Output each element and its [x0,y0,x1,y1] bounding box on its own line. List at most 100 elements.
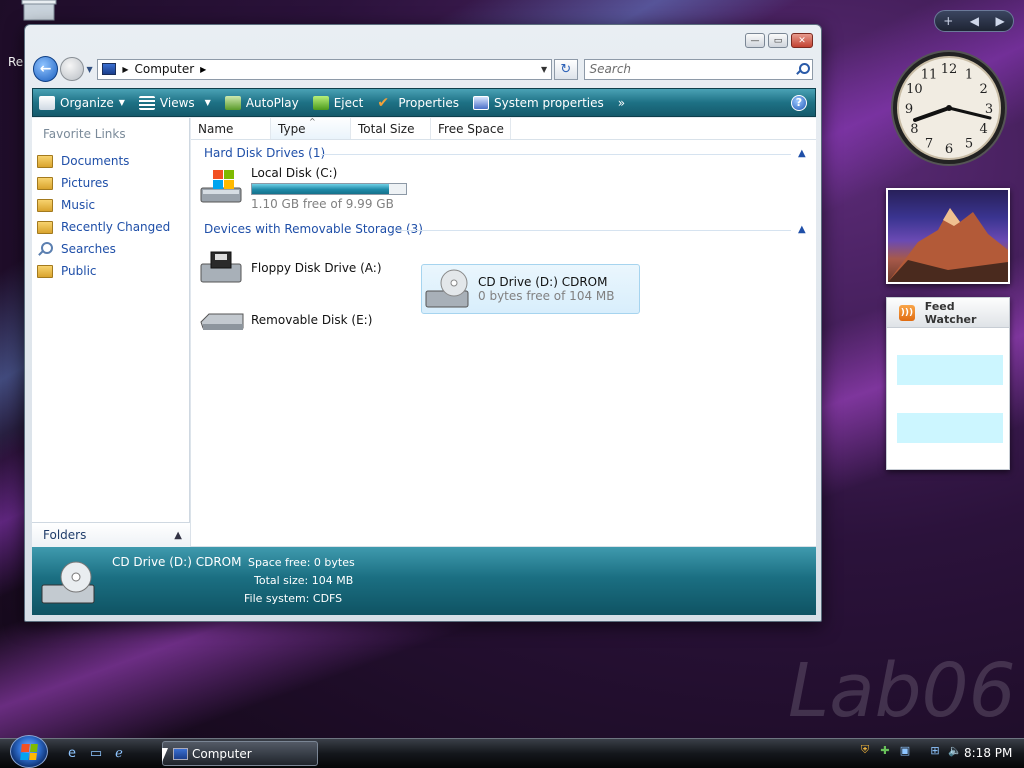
properties-button[interactable]: ✔ Properties [377,96,459,110]
search-input[interactable]: Search [583,58,813,80]
collapse-group-icon[interactable]: ▲ [798,148,806,159]
column-header-type[interactable]: Type ^ [271,117,351,139]
folders-label: Folders [43,528,87,542]
sidebar-item-searches[interactable]: Searches [37,238,170,260]
clock-numeral: 1 [965,67,973,82]
details-space-free: Space free: 0 bytes [248,556,355,569]
clock-numeral: 8 [910,122,918,137]
feed-item[interactable] [897,413,1003,443]
clock-numeral: 12 [941,62,958,77]
group-header-removable[interactable]: Devices with Removable Storage (3) [204,222,423,236]
autoplay-label: AutoPlay [245,95,299,110]
group-divider [396,230,791,231]
more-commands-icon: » [617,95,626,110]
sidebar-item-label: Public [61,264,97,278]
breadcrumb-computer[interactable]: Computer [135,62,195,76]
feed-title: Feed Watcher [924,299,977,326]
back-button[interactable]: ← [33,56,59,82]
sidebar-item-recently-changed[interactable]: Recently Changed [37,216,170,238]
taskbar-clock[interactable]: 8:18 PM [964,746,1012,760]
eject-button[interactable]: Eject [312,95,363,110]
system-properties-icon [472,95,489,110]
clock-numeral: 7 [925,137,933,152]
clock-gadget[interactable]: 12 12 3 45678 9 1011 [890,48,1008,168]
previous-page-icon[interactable]: ◀ [970,14,979,28]
slideshow-gadget[interactable] [886,188,1010,284]
drive-item-removable[interactable]: Removable Disk (E:) [199,300,409,340]
drive-name: CD Drive (D:) CDROM [478,275,608,289]
maximize-button[interactable]: ▭ [768,33,788,48]
group-title: Devices with Removable Storage (3) [204,222,423,236]
collapse-group-icon[interactable]: ▲ [798,224,806,235]
recent-pages-dropdown[interactable]: ▼ [84,65,96,74]
drive-item-cd[interactable]: CD Drive (D:) CDROM 0 bytes free of 104 … [421,264,640,314]
feed-item[interactable] [897,355,1003,385]
minimize-button[interactable]: — [745,33,765,48]
clock-numeral: 11 [921,67,938,82]
column-header-name[interactable]: Name [191,118,271,139]
sidebar-item-documents[interactable]: Documents [37,150,170,172]
recycle-bin-icon[interactable] [20,0,58,24]
sidebar-item-music[interactable]: Music [37,194,170,216]
eject-icon [312,95,329,110]
network-icon[interactable]: ⊞ [928,743,942,757]
help-button[interactable]: ? [791,94,807,111]
show-desktop-icon[interactable]: ▭ [88,745,104,761]
cd-drive-icon [41,561,95,604]
system-properties-button[interactable]: System properties [472,95,604,110]
drive-free-text: 0 bytes free of 104 MB [478,289,615,303]
clock-numeral: 5 [965,137,973,152]
search-icon[interactable] [796,63,810,75]
shield-icon[interactable]: ⛨ [858,743,872,757]
drive-item-local-disk[interactable]: Local Disk (C:) 1.10 GB free of 9.99 GB [199,166,419,214]
clock-numeral: 10 [906,82,923,97]
drive-info: CD Drive (D:) CDROM 0 bytes free of 104 … [478,275,614,313]
autoplay-button[interactable]: AutoPlay [224,95,299,110]
quick-launch-ie-icon[interactable]: e [64,745,80,761]
address-dropdown-icon[interactable]: ▼ [541,65,547,74]
sidebar-item-label: Recently Changed [61,220,171,234]
details-label: Space free: [248,556,311,569]
details-value: 0 bytes [313,556,355,569]
views-button[interactable]: Views ▼ [138,95,211,110]
more-commands-button[interactable]: » [618,96,625,110]
details-label: File system: [244,592,310,605]
group-header-hard-disks[interactable]: Hard Disk Drives (1) [204,146,325,160]
column-header-total-size[interactable]: Total Size [351,118,431,139]
computer-tray-icon[interactable]: ▣ [898,743,912,757]
taskbar-button-computer[interactable]: Computer [162,741,318,766]
volume-muted-icon[interactable]: 🔈 [948,743,962,757]
close-button[interactable]: ✕ [791,33,813,48]
breadcrumb-chevron-icon[interactable]: ▶ [200,65,206,74]
folders-toggle[interactable]: Folders ▲ [32,522,190,547]
details-label: Total size: [254,574,309,587]
next-page-icon[interactable]: ▶ [996,14,1005,28]
mountain-photo [888,208,1008,282]
organize-button[interactable]: Organize ▼ [39,95,125,110]
column-header-free-space[interactable]: Free Space [431,118,511,139]
add-gadget-button[interactable]: + [943,14,953,28]
feed-watcher-gadget: ))) Feed Watcher [886,297,1010,470]
system-properties-label: System properties [493,95,604,110]
address-bar[interactable]: ▶ Computer ▶ ▼ [97,58,553,80]
sidebar-item-public[interactable]: Public [37,260,170,282]
folder-icon [37,154,53,168]
forward-button[interactable] [60,57,84,81]
start-button[interactable] [10,735,48,768]
views-icon [138,95,155,110]
sidebar-item-pictures[interactable]: Pictures [37,172,170,194]
refresh-button[interactable]: ↻ [554,58,578,80]
rss-icon: ))) [899,304,915,321]
drive-usage-bar [251,183,407,195]
chevron-down-icon: ▼ [204,98,211,107]
taskbar-button-label: Computer [192,746,252,761]
feed-header[interactable]: ))) Feed Watcher [887,298,1009,328]
details-title: CD Drive (D:) CDROM [112,555,242,569]
clock-numeral: 4 [980,122,988,137]
breadcrumb-chevron-icon[interactable]: ▶ [122,65,128,74]
drive-item-floppy[interactable]: Floppy Disk Drive (A:) [199,246,409,290]
windows-logo-icon [20,743,38,760]
folder-icon [37,264,53,278]
internet-explorer-icon[interactable]: ℯ [111,745,127,761]
security-icon[interactable]: ✚ [878,743,892,757]
